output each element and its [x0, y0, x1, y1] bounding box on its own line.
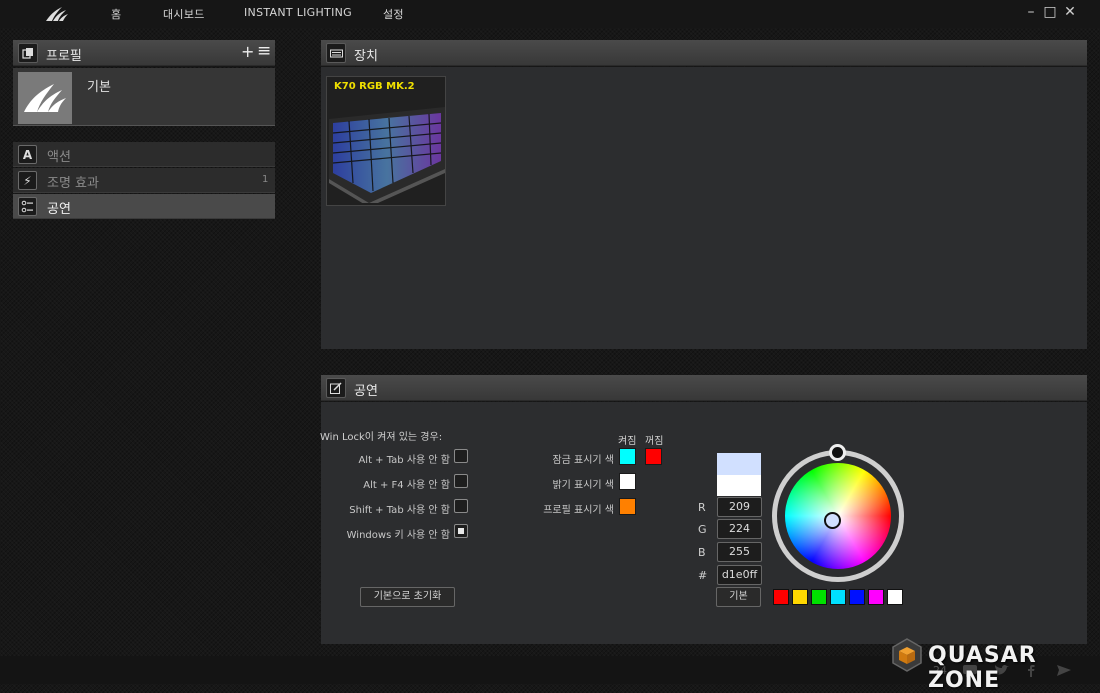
- mode-item-performance[interactable]: 공연: [13, 194, 275, 219]
- watermark-text: QUASAR ZONE: [928, 643, 1037, 693]
- minimize-button[interactable]: –: [1022, 4, 1040, 20]
- action-icon: A: [18, 145, 37, 164]
- close-button[interactable]: ✕: [1061, 4, 1079, 20]
- nav-dashboard[interactable]: 대시보드: [163, 6, 205, 22]
- option-label: Shift + Tab 사용 안 함: [349, 505, 450, 516]
- profile-title: 프로필: [46, 49, 82, 64]
- alt-tab-checkbox[interactable]: [454, 449, 468, 463]
- g-label: G: [698, 523, 707, 536]
- r-input[interactable]: 209: [717, 497, 762, 517]
- mode-count: 1: [262, 174, 269, 185]
- color-wheel-handle[interactable]: [824, 512, 841, 529]
- option-label: Alt + F4 사용 안 함: [363, 480, 450, 491]
- lock-on-color-swatch[interactable]: [619, 448, 636, 465]
- lightning-icon: ⚡: [18, 171, 37, 190]
- quasar-zone-logo: [892, 638, 922, 672]
- hex-input[interactable]: d1e0ff: [717, 565, 762, 585]
- top-bar: 홈 대시보드 INSTANT LIGHTING 설정 – □ ✕: [0, 0, 1100, 28]
- column-on-label: 켜짐: [618, 436, 637, 447]
- nav-home[interactable]: 홈: [111, 6, 121, 22]
- hex-label: #: [698, 569, 708, 582]
- indicator-label: 프로필 표시기 색: [543, 505, 614, 516]
- r-label: R: [698, 501, 706, 514]
- default-color-button[interactable]: 기본: [716, 587, 761, 607]
- shift-tab-checkbox[interactable]: [454, 499, 468, 513]
- brightness-on-color-swatch[interactable]: [619, 473, 636, 490]
- palette-swatch-cyan[interactable]: [830, 589, 846, 605]
- performance-title: 공연: [354, 384, 378, 399]
- b-input[interactable]: 255: [717, 542, 762, 562]
- palette-swatch-green[interactable]: [811, 589, 827, 605]
- device-name: K70 RGB MK.2: [334, 81, 415, 92]
- hue-ring-handle[interactable]: [829, 444, 846, 461]
- winlock-heading: Win Lock이 켜져 있는 경우:: [320, 432, 443, 443]
- mode-label: 조명 효과: [47, 176, 99, 191]
- mode-item-lighting[interactable]: ⚡ 조명 효과 1: [13, 168, 275, 193]
- indicator-label: 잠금 표시기 색: [552, 455, 614, 466]
- profile-name: 기본: [87, 80, 111, 95]
- lock-off-color-swatch[interactable]: [645, 448, 662, 465]
- performance-header: 공연: [321, 375, 1087, 401]
- indicator-label: 밝기 표시기 색: [552, 480, 614, 491]
- mode-label: 액션: [47, 150, 71, 165]
- nav-settings[interactable]: 설정: [383, 6, 404, 22]
- add-profile-button[interactable]: +: [241, 42, 254, 61]
- mode-item-actions[interactable]: A 액션: [13, 142, 275, 167]
- old-color-preview: [717, 475, 761, 496]
- corsair-sails-icon: [24, 84, 66, 112]
- profile-menu-button[interactable]: ≡: [257, 41, 271, 61]
- option-label: Alt + Tab 사용 안 함: [358, 455, 450, 466]
- new-color-preview: [717, 453, 761, 475]
- devices-header: 장치: [321, 40, 1087, 66]
- palette-swatch-white[interactable]: [887, 589, 903, 605]
- alt-f4-checkbox[interactable]: [454, 474, 468, 488]
- edit-icon: [326, 378, 346, 398]
- performance-icon: [18, 197, 37, 216]
- reset-defaults-button[interactable]: 기본으로 초기화: [360, 587, 455, 607]
- palette-swatch-red[interactable]: [773, 589, 789, 605]
- corsair-logo: [46, 7, 68, 21]
- windows-key-checkbox[interactable]: [454, 524, 468, 538]
- profile-avatar: [18, 72, 72, 124]
- mode-label: 공연: [47, 202, 71, 217]
- g-input[interactable]: 224: [717, 519, 762, 539]
- palette-swatch-yellow[interactable]: [792, 589, 808, 605]
- keyboard-icon: [326, 43, 346, 63]
- profile-on-color-swatch[interactable]: [619, 498, 636, 515]
- b-label: B: [698, 546, 706, 559]
- palette-swatch-magenta[interactable]: [868, 589, 884, 605]
- devices-title: 장치: [354, 49, 378, 64]
- profile-icon: [18, 43, 38, 63]
- maximize-button[interactable]: □: [1041, 4, 1059, 20]
- option-label: Windows 키 사용 안 함: [346, 530, 450, 541]
- device-card[interactable]: K70 RGB MK.2: [326, 76, 446, 206]
- profile-header: 프로필 + ≡: [13, 40, 275, 66]
- nav-instant-lighting[interactable]: INSTANT LIGHTING: [244, 6, 352, 19]
- palette-swatch-blue[interactable]: [849, 589, 865, 605]
- column-off-label: 꺼짐: [645, 436, 664, 447]
- profile-item[interactable]: 기본: [13, 68, 275, 126]
- keyboard-image: [329, 107, 445, 203]
